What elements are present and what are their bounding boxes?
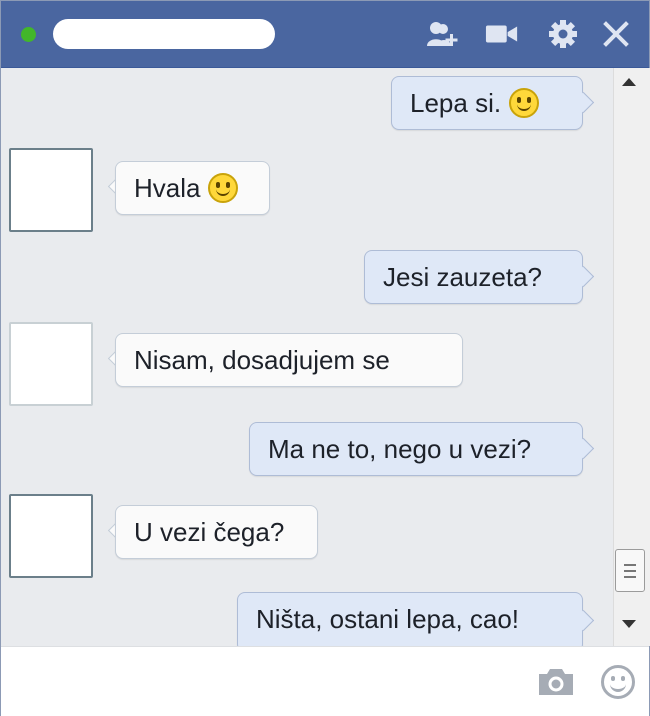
camera-icon[interactable] — [537, 667, 575, 697]
contact-name[interactable] — [53, 19, 275, 49]
online-status-icon — [21, 27, 36, 42]
message-text: Ma ne to, nego u vezi? — [268, 434, 532, 464]
add-friend-icon[interactable] — [425, 17, 459, 51]
chat-window: Lepa si. Hvala Jesi zauzeta? Nisam, dosa… — [0, 0, 650, 716]
smiley-emoji-icon — [208, 173, 239, 204]
outgoing-message[interactable]: Jesi zauzeta? — [364, 250, 583, 304]
message-text: Ništa, ostani lepa, cao! — [256, 604, 520, 634]
message-text: U vezi čega? — [134, 517, 285, 547]
message-text: Nisam, dosadjujem se — [134, 345, 390, 375]
message-text: Lepa si. — [410, 88, 502, 118]
incoming-message[interactable]: Hvala — [115, 161, 270, 215]
message-scrollbar[interactable] — [613, 68, 650, 646]
smiley-emoji-icon — [509, 88, 540, 119]
outgoing-message[interactable]: Ništa, ostani lepa, cao! — [237, 592, 583, 646]
message-composer — [1, 646, 649, 716]
video-call-icon[interactable] — [485, 17, 519, 51]
message-text: Hvala — [134, 173, 201, 203]
message-text: Jesi zauzeta? — [383, 262, 542, 292]
scroll-thumb[interactable] — [615, 549, 645, 592]
gear-icon[interactable] — [546, 17, 580, 51]
incoming-message[interactable]: Nisam, dosadjujem se — [115, 333, 463, 387]
outgoing-message[interactable]: Lepa si. — [391, 76, 583, 130]
avatar[interactable] — [9, 322, 93, 406]
emoji-icon[interactable] — [601, 665, 635, 699]
message-list[interactable]: Lepa si. Hvala Jesi zauzeta? Nisam, dosa… — [1, 68, 613, 646]
avatar[interactable] — [9, 148, 93, 232]
close-icon[interactable] — [599, 17, 633, 51]
chat-titlebar[interactable] — [1, 1, 649, 68]
scroll-down-arrow-icon[interactable] — [622, 620, 636, 628]
incoming-message[interactable]: U vezi čega? — [115, 505, 318, 559]
scroll-up-arrow-icon[interactable] — [622, 78, 636, 86]
outgoing-message[interactable]: Ma ne to, nego u vezi? — [249, 422, 583, 476]
message-input[interactable] — [11, 657, 515, 707]
avatar[interactable] — [9, 494, 93, 578]
